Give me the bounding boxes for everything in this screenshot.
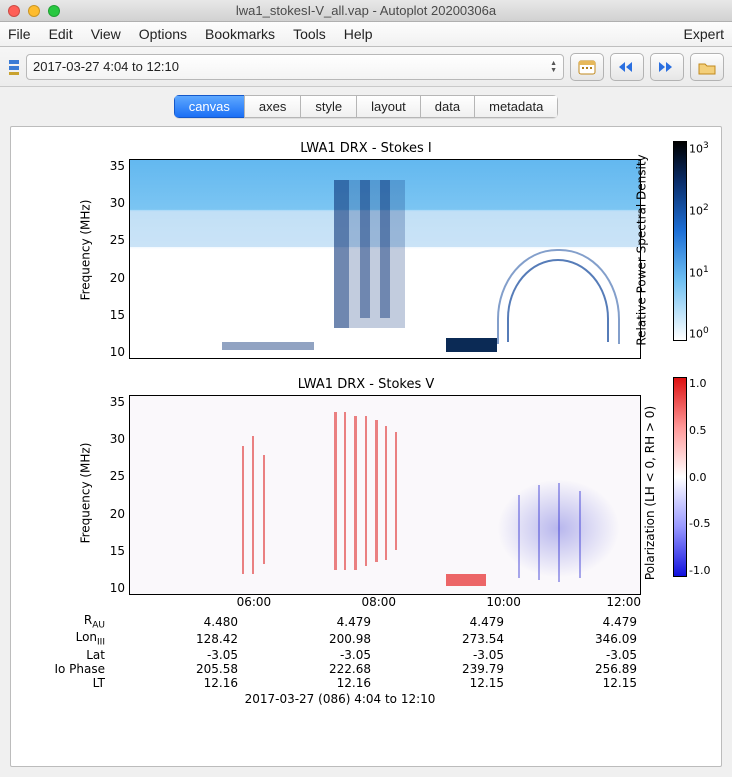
table-row: RAU 4.480 4.479 4.479 4.479 <box>39 613 641 630</box>
colorbar-ticks: 1.0 0.5 0.0 -0.5 -1.0 <box>689 377 717 577</box>
x-axis-times: 06:00 08:00 10:00 12:00 <box>129 595 641 609</box>
app-window: lwa1_stokesI-V_all.vap - Autoplot 202003… <box>0 0 732 777</box>
rewind-icon <box>618 60 636 74</box>
menu-view[interactable]: View <box>91 26 121 42</box>
timebar-icon <box>8 57 20 77</box>
y-axis-ticks: 35 30 25 20 15 10 <box>91 159 129 359</box>
calendar-icon <box>578 59 596 75</box>
tab-bar: canvas axes style layout data metadata <box>10 95 722 118</box>
ephemeris-table: RAU 4.480 4.479 4.479 4.479 LonIII 128.4… <box>39 613 641 706</box>
menu-help[interactable]: Help <box>344 26 373 42</box>
x-axis-caption: 2017-03-27 (086) 4:04 to 12:10 <box>39 692 641 706</box>
tab-axes[interactable]: axes <box>244 95 300 118</box>
colorbar-stokes-i <box>673 141 687 341</box>
menu-file[interactable]: File <box>8 26 31 42</box>
menu-bookmarks[interactable]: Bookmarks <box>205 26 275 42</box>
titlebar: lwa1_stokesI-V_all.vap - Autoplot 202003… <box>0 0 732 22</box>
prev-button[interactable] <box>610 53 644 81</box>
timerange-input[interactable]: 2017-03-27 4:04 to 12:10 ▲▼ <box>26 54 564 80</box>
menu-expert[interactable]: Expert <box>684 26 724 42</box>
tab-canvas[interactable]: canvas <box>174 95 244 118</box>
table-row: LT 12.16 12.16 12.15 12.15 <box>39 676 641 690</box>
chart-title: LWA1 DRX - Stokes I <box>91 141 641 156</box>
menu-edit[interactable]: Edit <box>49 26 73 42</box>
table-row: Lat -3.05 -3.05 -3.05 -3.05 <box>39 648 641 662</box>
open-file-button[interactable] <box>690 53 724 81</box>
colorbar-stokes-v <box>673 377 687 577</box>
tab-layout[interactable]: layout <box>356 95 420 118</box>
table-row: LonIII 128.42 200.98 273.54 346.09 <box>39 630 641 647</box>
menubar: File Edit View Options Bookmarks Tools H… <box>0 22 732 47</box>
window-title: lwa1_stokesI-V_all.vap - Autoplot 202003… <box>0 3 732 18</box>
y-axis-label: Frequency (MHz) <box>78 200 92 301</box>
timerange-value: 2017-03-27 4:04 to 12:10 <box>33 59 179 74</box>
tab-metadata[interactable]: metadata <box>474 95 558 118</box>
tab-style[interactable]: style <box>300 95 356 118</box>
chart-title: LWA1 DRX - Stokes V <box>91 377 641 392</box>
chart-stokes-v: LWA1 DRX - Stokes V Frequency (MHz) 35 3… <box>91 377 641 609</box>
colorbar-label: Relative Power Spectral Density <box>634 154 648 345</box>
toolbar: 2017-03-27 4:04 to 12:10 ▲▼ <box>0 47 732 87</box>
minimize-icon[interactable] <box>28 5 40 17</box>
colorbar-label: Polarization (LH < 0, RH > 0) <box>643 406 657 580</box>
next-button[interactable] <box>650 53 684 81</box>
calendar-button[interactable] <box>570 53 604 81</box>
table-row: Io Phase 205.58 222.68 239.79 256.89 <box>39 662 641 676</box>
y-axis-label: Frequency (MHz) <box>78 443 92 544</box>
chart-stokes-i: LWA1 DRX - Stokes I Frequency (MHz) 35 3… <box>91 141 641 359</box>
close-icon[interactable] <box>8 5 20 17</box>
content-area: canvas axes style layout data metadata L… <box>0 87 732 777</box>
colorbar-ticks: 103102101100 <box>689 141 717 341</box>
menu-options[interactable]: Options <box>139 26 187 42</box>
tab-data[interactable]: data <box>420 95 474 118</box>
window-controls <box>8 5 60 17</box>
menu-tools[interactable]: Tools <box>293 26 326 42</box>
plot-panel[interactable]: LWA1 DRX - Stokes I Frequency (MHz) 35 3… <box>10 126 722 767</box>
spectrogram-stokes-v[interactable] <box>129 395 641 595</box>
stepper-icon[interactable]: ▲▼ <box>550 60 557 74</box>
spectrogram-stokes-i[interactable] <box>129 159 641 359</box>
folder-icon <box>698 59 716 75</box>
forward-icon <box>658 60 676 74</box>
y-axis-ticks: 35 30 25 20 15 10 <box>91 395 129 595</box>
zoom-icon[interactable] <box>48 5 60 17</box>
